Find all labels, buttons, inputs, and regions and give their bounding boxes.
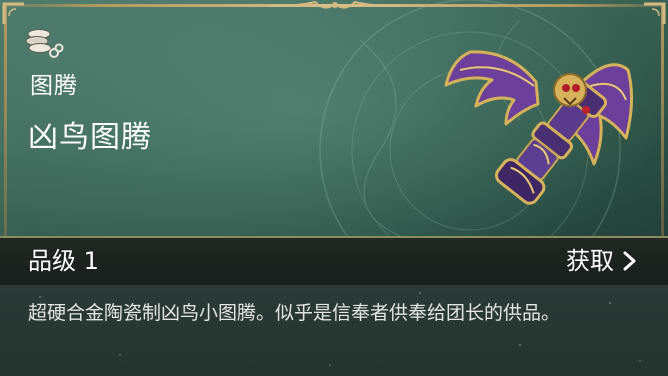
frame-left-border — [4, 4, 7, 236]
description-panel: 超硬合金陶瓷制凶鸟小图腾。似乎是信奉者供奉给团长的供品。 — [0, 285, 668, 376]
item-header: 图腾 凶鸟图腾 — [0, 0, 668, 236]
item-grade: 品级 1 — [28, 247, 99, 275]
item-category: 图腾 — [30, 73, 78, 99]
item-description: 超硬合金陶瓷制凶鸟小图腾。似乎是信奉者供奉给团长的供品。 — [28, 302, 561, 324]
obtain-button[interactable]: 获取 — [566, 241, 638, 281]
frame-ornament — [270, 0, 400, 9]
winged-totem-icon — [444, 50, 634, 205]
obtain-label: 获取 — [566, 247, 614, 275]
rarity-bar: 品级 1 获取 — [0, 236, 668, 287]
corner-ornament-tr — [644, 2, 666, 24]
chevron-right-icon — [623, 251, 636, 271]
item-name: 凶鸟图腾 — [28, 120, 152, 155]
frame-right-border — [661, 4, 664, 236]
item-detail-card: 图腾 凶鸟图腾 品级 1 获取 超硬合金陶瓷制凶鸟小图腾。似乎是信奉者供奉给团长… — [0, 0, 668, 376]
stacked-coins-icon — [25, 29, 64, 58]
corner-ornament-tl — [2, 2, 24, 24]
